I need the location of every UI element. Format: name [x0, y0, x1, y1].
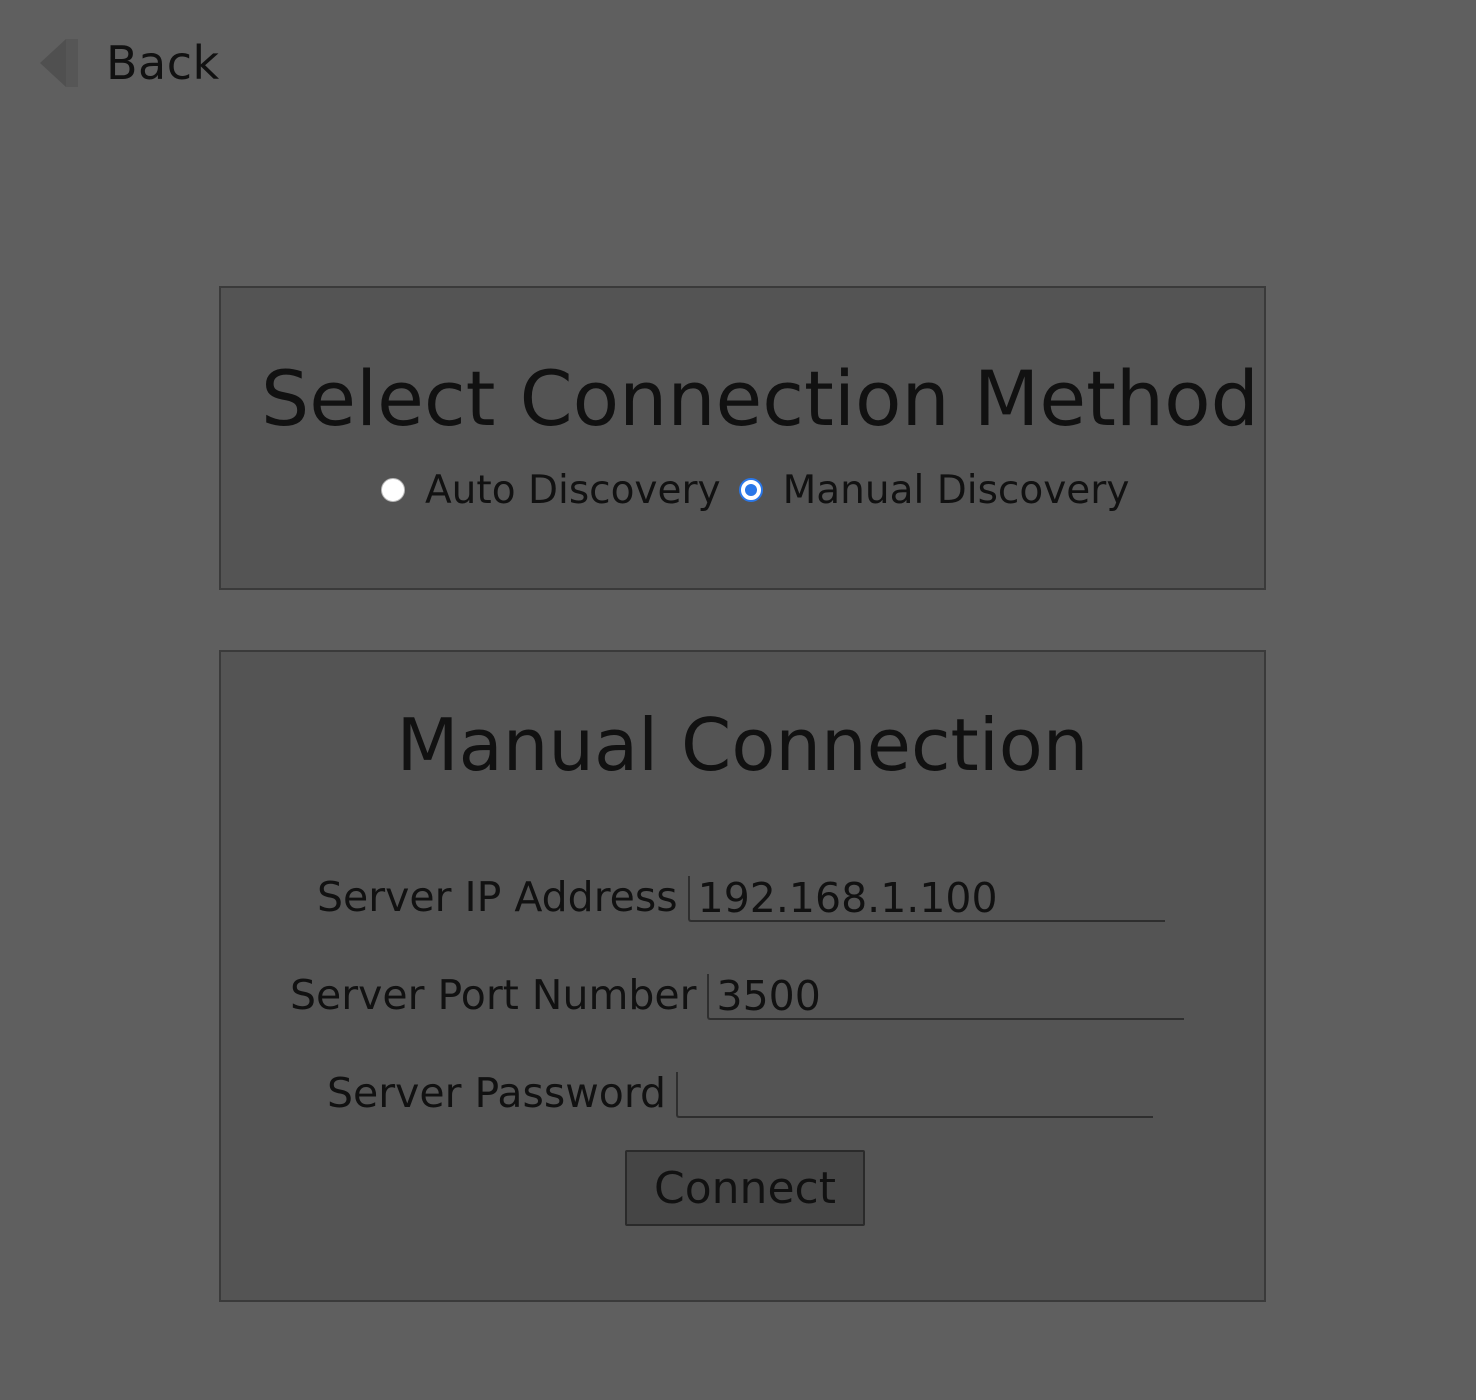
ip-address-row: Server IP Address	[317, 868, 1165, 922]
auto-discovery-radio[interactable]	[381, 478, 405, 502]
ip-address-input[interactable]	[687, 876, 1165, 922]
manual-discovery-label[interactable]: Manual Discovery	[783, 468, 1130, 513]
port-number-row: Server Port Number	[290, 966, 1184, 1020]
password-label: Server Password	[327, 1069, 666, 1117]
connect-button[interactable]: Connect	[625, 1150, 865, 1226]
back-button[interactable]: Back	[40, 32, 220, 94]
method-title: Select Connection Method	[261, 354, 1259, 443]
manual-discovery-radio[interactable]	[738, 478, 763, 502]
ip-address-label: Server IP Address	[317, 873, 678, 921]
auto-discovery-label[interactable]: Auto Discovery	[425, 468, 721, 513]
port-number-input[interactable]	[706, 974, 1184, 1020]
back-arrow-icon	[40, 39, 78, 87]
password-row: Server Password	[327, 1064, 1153, 1118]
port-number-label: Server Port Number	[290, 971, 697, 1019]
manual-connection-title: Manual Connection	[396, 703, 1089, 787]
connection-method-panel: Select Connection Method Auto Discovery …	[219, 286, 1266, 590]
back-label: Back	[106, 36, 220, 90]
method-radio-group: Auto Discovery Manual Discovery	[381, 463, 1147, 517]
manual-connection-panel: Manual Connection Server IP Address Serv…	[219, 650, 1266, 1302]
password-input[interactable]	[676, 1072, 1153, 1118]
